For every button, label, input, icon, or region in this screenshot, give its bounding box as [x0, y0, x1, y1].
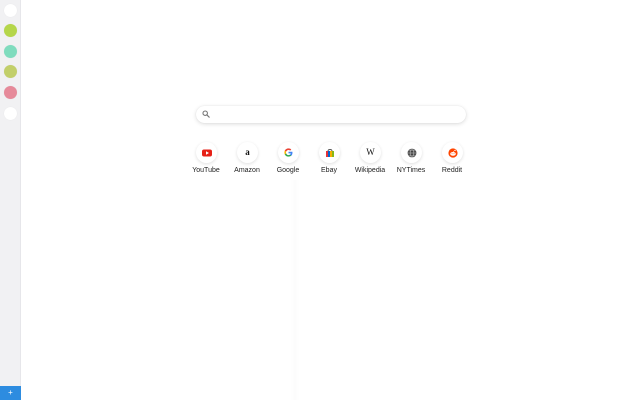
shortcut-reddit[interactable]: Reddit [432, 142, 472, 182]
color-dot-mint[interactable] [4, 45, 17, 58]
youtube-icon [201, 149, 212, 156]
shortcut-label: Reddit [441, 167, 463, 174]
amazon-icon: a [245, 147, 250, 157]
reddit-icon [447, 147, 458, 158]
search-input[interactable] [212, 108, 458, 121]
google-icon [284, 148, 293, 157]
sidebar: + [0, 0, 21, 400]
center-divider [290, 180, 300, 400]
shortcut-ebay-tile[interactable] [319, 142, 340, 163]
search-bar[interactable] [196, 106, 466, 123]
nytimes-icon [407, 148, 416, 157]
shortcut-ebay[interactable]: Ebay [309, 142, 349, 182]
shortcut-wikipedia[interactable]: W Wikipedia [350, 142, 390, 182]
color-dot-lime[interactable] [4, 24, 17, 37]
shortcut-youtube-tile[interactable] [196, 142, 217, 163]
shortcut-google[interactable]: Google [268, 142, 308, 182]
wikipedia-icon: W [366, 147, 375, 157]
ebay-icon [325, 148, 334, 157]
shortcut-nytimes[interactable]: NYTimes [391, 142, 431, 182]
shortcut-nytimes-tile[interactable] [401, 142, 422, 163]
shortcut-amazon[interactable]: a Amazon [227, 142, 267, 182]
shortcut-amazon-tile[interactable]: a [237, 142, 258, 163]
color-dot-olive[interactable] [4, 65, 17, 78]
shortcut-youtube[interactable]: YouTube [186, 142, 226, 182]
shortcut-wikipedia-tile[interactable]: W [360, 142, 381, 163]
color-dot-white[interactable] [4, 4, 17, 17]
search-icon [202, 110, 210, 118]
add-button[interactable]: + [0, 386, 21, 400]
shortcut-google-tile[interactable] [278, 142, 299, 163]
color-dot-pink[interactable] [4, 86, 17, 99]
shortcut-reddit-tile[interactable] [442, 142, 463, 163]
shortcut-grid: YouTube a Amazon Google Ebay W Wikipedia… [186, 142, 474, 182]
color-dot-white-2[interactable] [4, 107, 17, 120]
